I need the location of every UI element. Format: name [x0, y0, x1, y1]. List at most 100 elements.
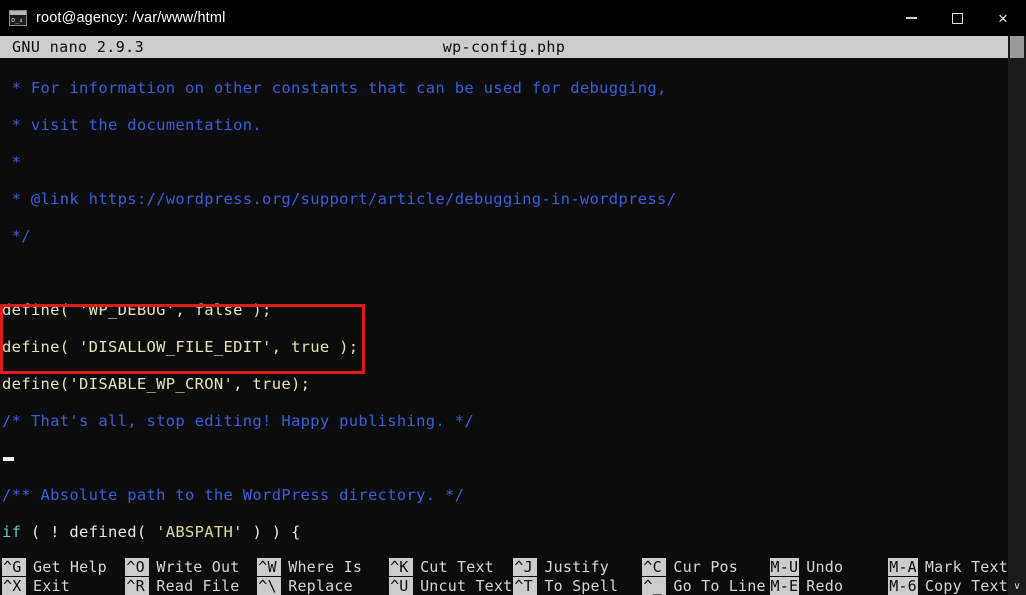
shortcut-key: ^J	[513, 558, 538, 577]
shortcut-column: ^G Get Help ^X Exit	[2, 558, 125, 595]
vertical-scrollbar[interactable]: ∧ ∨	[1008, 36, 1026, 595]
window-controls: ×	[888, 0, 1026, 36]
shortcut-key: ^C	[642, 558, 667, 577]
code-line: define( 'WP_DEBUG', false );	[0, 292, 1008, 329]
code-lines: * For information on other constants tha…	[0, 70, 1008, 558]
terminal-window: o̲₄ root@agency: /var/www/html × GNU nan…	[0, 0, 1026, 595]
shortcut-key: ^W	[257, 558, 282, 577]
shortcut-item-copy-text[interactable]: M-6 Copy Text	[888, 576, 1008, 595]
shortcut-label: Where Is	[288, 558, 363, 577]
shortcut-label: Cut Text	[420, 558, 494, 577]
shortcut-column: ^O Write Out ^R Read File	[125, 558, 257, 595]
shortcut-label: Justify	[544, 558, 609, 577]
shortcut-item-write-out[interactable]: ^O Write Out	[125, 558, 257, 577]
code-line: *	[0, 144, 1008, 181]
close-icon: ×	[998, 8, 1008, 28]
code-segment: define( 'WP_DEBUG', false );	[2, 301, 272, 319]
shortcut-label: Replace	[288, 576, 353, 595]
shortcut-label: Redo	[806, 576, 844, 595]
shortcut-key: ^O	[125, 558, 150, 577]
shortcut-label: Copy Text	[924, 576, 1008, 595]
title-bar: o̲₄ root@agency: /var/www/html ×	[0, 0, 1026, 36]
close-button[interactable]: ×	[980, 0, 1026, 36]
nano-header-bar: GNU nano 2.9.3 wp-config.php	[0, 36, 1008, 58]
editor-text-area[interactable]: * For information on other constants tha…	[0, 58, 1008, 558]
shortcut-column: ^J Justify ^T To Spell	[513, 558, 642, 595]
shortcut-key: M-U	[769, 558, 800, 577]
shortcut-key: ^T	[513, 576, 538, 595]
shortcut-item-get-help[interactable]: ^G Get Help	[2, 558, 125, 577]
scrollbar-thumb[interactable]	[1010, 36, 1024, 58]
shortcut-item-where-is[interactable]: ^W Where Is	[257, 558, 389, 577]
code-line: * For information on other constants tha…	[0, 70, 1008, 107]
code-line: define( 'DISALLOW_FILE_EDIT', true );	[0, 329, 1008, 366]
shortcut-key: ^R	[125, 576, 150, 595]
code-segment: 'ABSPATH'	[156, 523, 243, 541]
code-segment: * visit the documentation.	[2, 116, 263, 134]
scroll-down-icon[interactable]: ∨	[1008, 577, 1026, 595]
nano-editor: GNU nano 2.9.3 wp-config.php * For infor…	[0, 36, 1008, 595]
shortcut-column: M-U Undo M-E Redo	[769, 558, 889, 595]
code-segment: define('DISABLE_WP_CRON', true);	[2, 375, 311, 393]
code-segment: ( ! defined(	[21, 523, 157, 541]
code-segment: define( 'DISALLOW_FILE_EDIT', true );	[2, 338, 359, 356]
code-segment: if	[2, 523, 22, 541]
shortcut-label: Write Out	[156, 558, 240, 577]
shortcut-label: Go To Line	[673, 576, 766, 595]
shortcut-item-cur-pos[interactable]: ^C Cur Pos	[642, 558, 769, 577]
code-segment: *	[2, 153, 22, 171]
code-line	[0, 440, 1008, 477]
shortcut-item-redo[interactable]: M-E Redo	[769, 576, 889, 595]
shortcut-key: ^\	[257, 576, 282, 595]
code-line: * visit the documentation.	[0, 107, 1008, 144]
code-line: /* That's all, stop editing! Happy publi…	[0, 403, 1008, 440]
nano-shortcut-bar: ^G Get Help ^X Exit ^O Write Out ^R Read File ^W…	[0, 558, 1008, 595]
code-segment: /** Absolute path to the WordPress direc…	[2, 486, 465, 504]
shortcut-item-uncut-text[interactable]: ^U Uncut Text	[389, 576, 513, 595]
shortcut-label: Exit	[33, 576, 70, 595]
shortcut-column: M-A Mark Text M-6 Copy Text	[888, 558, 1008, 595]
shortcut-key: ^G	[2, 558, 26, 577]
shortcut-item-mark-text[interactable]: M-A Mark Text	[888, 558, 1008, 577]
maximize-button[interactable]	[934, 0, 980, 36]
code-segment: ) ) {	[242, 523, 301, 541]
scrollbar-track[interactable]	[1008, 54, 1026, 577]
shortcut-label: Uncut Text	[420, 576, 513, 595]
nano-filename-label: wp-config.php	[442, 38, 566, 56]
shortcut-key: M-E	[769, 576, 800, 595]
shortcut-label: Cur Pos	[673, 558, 739, 577]
window-title: root@agency: /var/www/html	[36, 10, 226, 26]
minimize-icon	[905, 17, 917, 19]
shortcut-key: ^K	[389, 558, 414, 577]
code-segment: /* That's all, stop editing! Happy publi…	[2, 412, 474, 430]
shortcut-item-to-spell[interactable]: ^T To Spell	[513, 576, 642, 595]
shortcut-item-cut-text[interactable]: ^K Cut Text	[389, 558, 513, 577]
code-segment: */	[2, 227, 31, 245]
shortcut-item-exit[interactable]: ^X Exit	[2, 576, 125, 595]
shortcut-key: M-A	[888, 558, 918, 577]
shortcut-label: Get Help	[33, 558, 107, 577]
shortcut-item-undo[interactable]: M-U Undo	[769, 558, 889, 577]
shortcut-column: ^W Where Is ^\ Replace	[257, 558, 389, 595]
shortcut-column: ^C Cur Pos ^_ Go To Line	[642, 558, 769, 595]
shortcut-label: To Spell	[544, 576, 619, 595]
minimize-button[interactable]	[888, 0, 934, 36]
shortcut-column: ^K Cut Text ^U Uncut Text	[389, 558, 513, 595]
shortcut-item-justify[interactable]: ^J Justify	[513, 558, 642, 577]
terminal-body: GNU nano 2.9.3 wp-config.php * For infor…	[0, 36, 1026, 595]
shortcut-key: ^X	[2, 576, 26, 595]
code-line: * @link https://wordpress.org/support/ar…	[0, 181, 1008, 218]
code-line: /** Absolute path to the WordPress direc…	[0, 477, 1008, 514]
shortcut-item-read-file[interactable]: ^R Read File	[125, 576, 257, 595]
shortcut-item-go-to-line[interactable]: ^_ Go To Line	[642, 576, 769, 595]
shortcut-item-replace[interactable]: ^\ Replace	[257, 576, 389, 595]
code-segment: * @link https://wordpress.org/support/ar…	[2, 190, 677, 208]
maximize-icon	[951, 12, 963, 24]
shortcut-key: ^U	[389, 576, 414, 595]
code-line: */	[0, 218, 1008, 255]
shortcut-label: Read File	[156, 576, 240, 595]
text-cursor	[3, 457, 14, 461]
shortcut-label: Mark Text	[924, 558, 1008, 577]
